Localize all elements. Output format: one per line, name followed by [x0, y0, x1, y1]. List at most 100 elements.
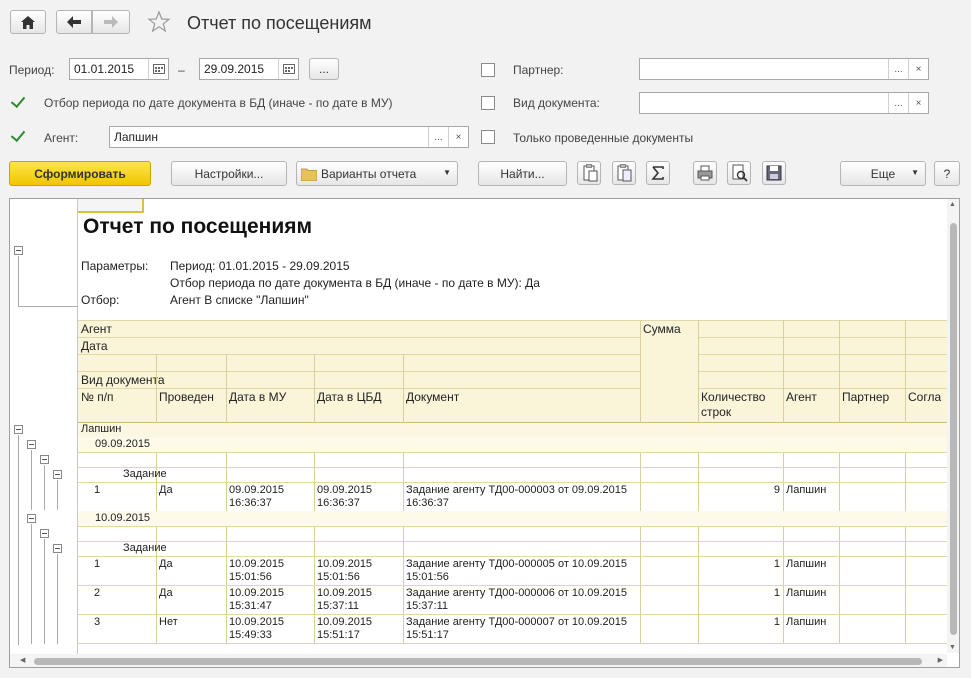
scroll-right-arrow[interactable]: ▶	[938, 656, 943, 664]
row-posted: Да	[159, 587, 173, 599]
date-to-field[interactable]: 29.09.2015	[199, 58, 299, 80]
more-button[interactable]: Еще ▼	[840, 161, 926, 186]
row-posted: Да	[159, 558, 173, 570]
agent-field[interactable]: Лапшин ... ×	[109, 126, 469, 148]
grid-line	[78, 556, 959, 557]
agent-checkbox[interactable]	[11, 130, 25, 144]
grid-line	[403, 354, 404, 644]
preview-button[interactable]	[727, 161, 751, 185]
horizontal-scroll-thumb[interactable]	[34, 658, 922, 665]
header-agreement: Согла	[908, 390, 942, 404]
vertical-scroll-thumb[interactable]	[950, 223, 957, 635]
vertical-scrollbar[interactable]: ▲ ▼	[947, 199, 959, 653]
grid-line	[78, 452, 959, 453]
sum-button[interactable]	[646, 161, 670, 185]
filter-value: Агент В списке "Лапшин"	[170, 293, 309, 307]
grid-line	[78, 354, 640, 355]
row-posted: Нет	[159, 616, 178, 628]
doc-type-checkbox[interactable]	[481, 96, 495, 110]
doc-type-clear-button[interactable]: ×	[908, 93, 928, 113]
collapse-agent-toggle[interactable]	[14, 425, 23, 434]
forward-button[interactable]	[92, 10, 130, 34]
variants-button[interactable]: Варианты отчета ▼	[296, 161, 458, 186]
date-from-value: 01.01.2015	[74, 62, 135, 76]
help-button[interactable]: ?	[934, 161, 960, 186]
partner-checkbox[interactable]	[481, 63, 495, 77]
filter-by-db-date-checkbox[interactable]	[11, 96, 25, 110]
row-count: 1	[773, 558, 780, 570]
collapse-doctype2-toggle[interactable]	[53, 544, 62, 553]
period-select-button[interactable]: ...	[309, 58, 339, 80]
copy-button[interactable]	[577, 161, 601, 185]
grid-line	[78, 482, 959, 483]
agent-value: Лапшин	[114, 130, 159, 144]
grid-line	[698, 388, 959, 389]
arrow-left-icon	[67, 16, 81, 28]
row-document-time: 15:01:56	[406, 571, 449, 583]
grid-line	[78, 643, 959, 644]
only-posted-checkbox[interactable]	[481, 130, 495, 144]
collapse-date2-sub-toggle[interactable]	[40, 529, 49, 538]
tree-line	[44, 539, 45, 644]
row-time-mu: 16:36:37	[229, 497, 272, 509]
row-num: 1	[94, 558, 101, 570]
agent-select-button[interactable]: ...	[428, 127, 448, 147]
home-button[interactable]	[10, 10, 46, 34]
doc-type-field[interactable]: ... ×	[639, 92, 929, 114]
row-date-cbd: 10.09.2015	[317, 587, 373, 599]
find-button[interactable]: Найти...	[478, 161, 567, 186]
row-time-cbd: 15:37:11	[317, 600, 360, 612]
row-date-mu: 10.09.2015	[229, 587, 285, 599]
scroll-down-arrow[interactable]: ▼	[949, 644, 956, 651]
header-agent-col: Агент	[786, 390, 817, 404]
row-date-cbd: 10.09.2015	[317, 558, 373, 570]
param-filter: Отбор периода по дате документа в БД (ин…	[170, 276, 540, 290]
collapse-doctype1-toggle[interactable]	[53, 470, 62, 479]
print-preview-icon	[732, 164, 748, 182]
favorite-star-icon[interactable]	[147, 10, 171, 34]
scroll-left-arrow[interactable]: ◀	[20, 656, 25, 664]
row-agent: Лапшин	[786, 616, 827, 628]
header-document: Документ	[406, 390, 460, 404]
grid-line	[698, 354, 959, 355]
chevron-down-icon: ▼	[911, 168, 919, 177]
tree-line	[57, 554, 58, 644]
scroll-up-arrow[interactable]: ▲	[949, 201, 956, 208]
doc-type-label: Вид документа:	[513, 96, 600, 110]
calendar-icon	[152, 64, 165, 74]
row-num: 3	[94, 616, 101, 628]
home-icon	[21, 15, 35, 29]
header-doc-type: Вид документа	[81, 373, 165, 387]
row-time-mu: 15:49:33	[229, 629, 272, 641]
horizontal-scrollbar[interactable]: ◀ ▶	[10, 654, 947, 667]
grid-line	[698, 337, 959, 338]
tree-line	[44, 465, 45, 510]
group-row-bg	[78, 437, 959, 452]
back-button[interactable]	[56, 10, 92, 34]
settings-button[interactable]: Настройки...	[171, 161, 287, 186]
partner-clear-button[interactable]: ×	[908, 59, 928, 79]
collapse-date1-sub-toggle[interactable]	[40, 455, 49, 464]
params-label: Параметры:	[81, 259, 149, 273]
partner-select-button[interactable]: ...	[888, 59, 908, 79]
collapse-date2-toggle[interactable]	[27, 514, 36, 523]
row-agent: Лапшин	[786, 558, 827, 570]
collapse-date1-toggle[interactable]	[27, 440, 36, 449]
report-spreadsheet[interactable]: Отчет по посещениям Параметры: Период: 0…	[9, 198, 960, 668]
agent-clear-button[interactable]: ×	[448, 127, 468, 147]
paste-button[interactable]	[612, 161, 636, 185]
generate-button[interactable]: Сформировать	[9, 161, 151, 186]
doc-type-select-button[interactable]: ...	[888, 93, 908, 113]
arrow-right-icon	[104, 16, 118, 28]
grid-line	[78, 337, 640, 338]
collapse-header-toggle[interactable]	[14, 246, 23, 255]
calendar-to-button[interactable]	[278, 59, 298, 79]
header-posted: Проведен	[159, 390, 214, 404]
partner-field[interactable]: ... ×	[639, 58, 929, 80]
date-to-value: 29.09.2015	[204, 62, 265, 76]
calendar-from-button[interactable]	[148, 59, 168, 79]
row-date-mu: 10.09.2015	[229, 558, 285, 570]
save-button[interactable]	[762, 161, 786, 185]
date-from-field[interactable]: 01.01.2015	[69, 58, 169, 80]
print-button[interactable]	[693, 161, 717, 185]
